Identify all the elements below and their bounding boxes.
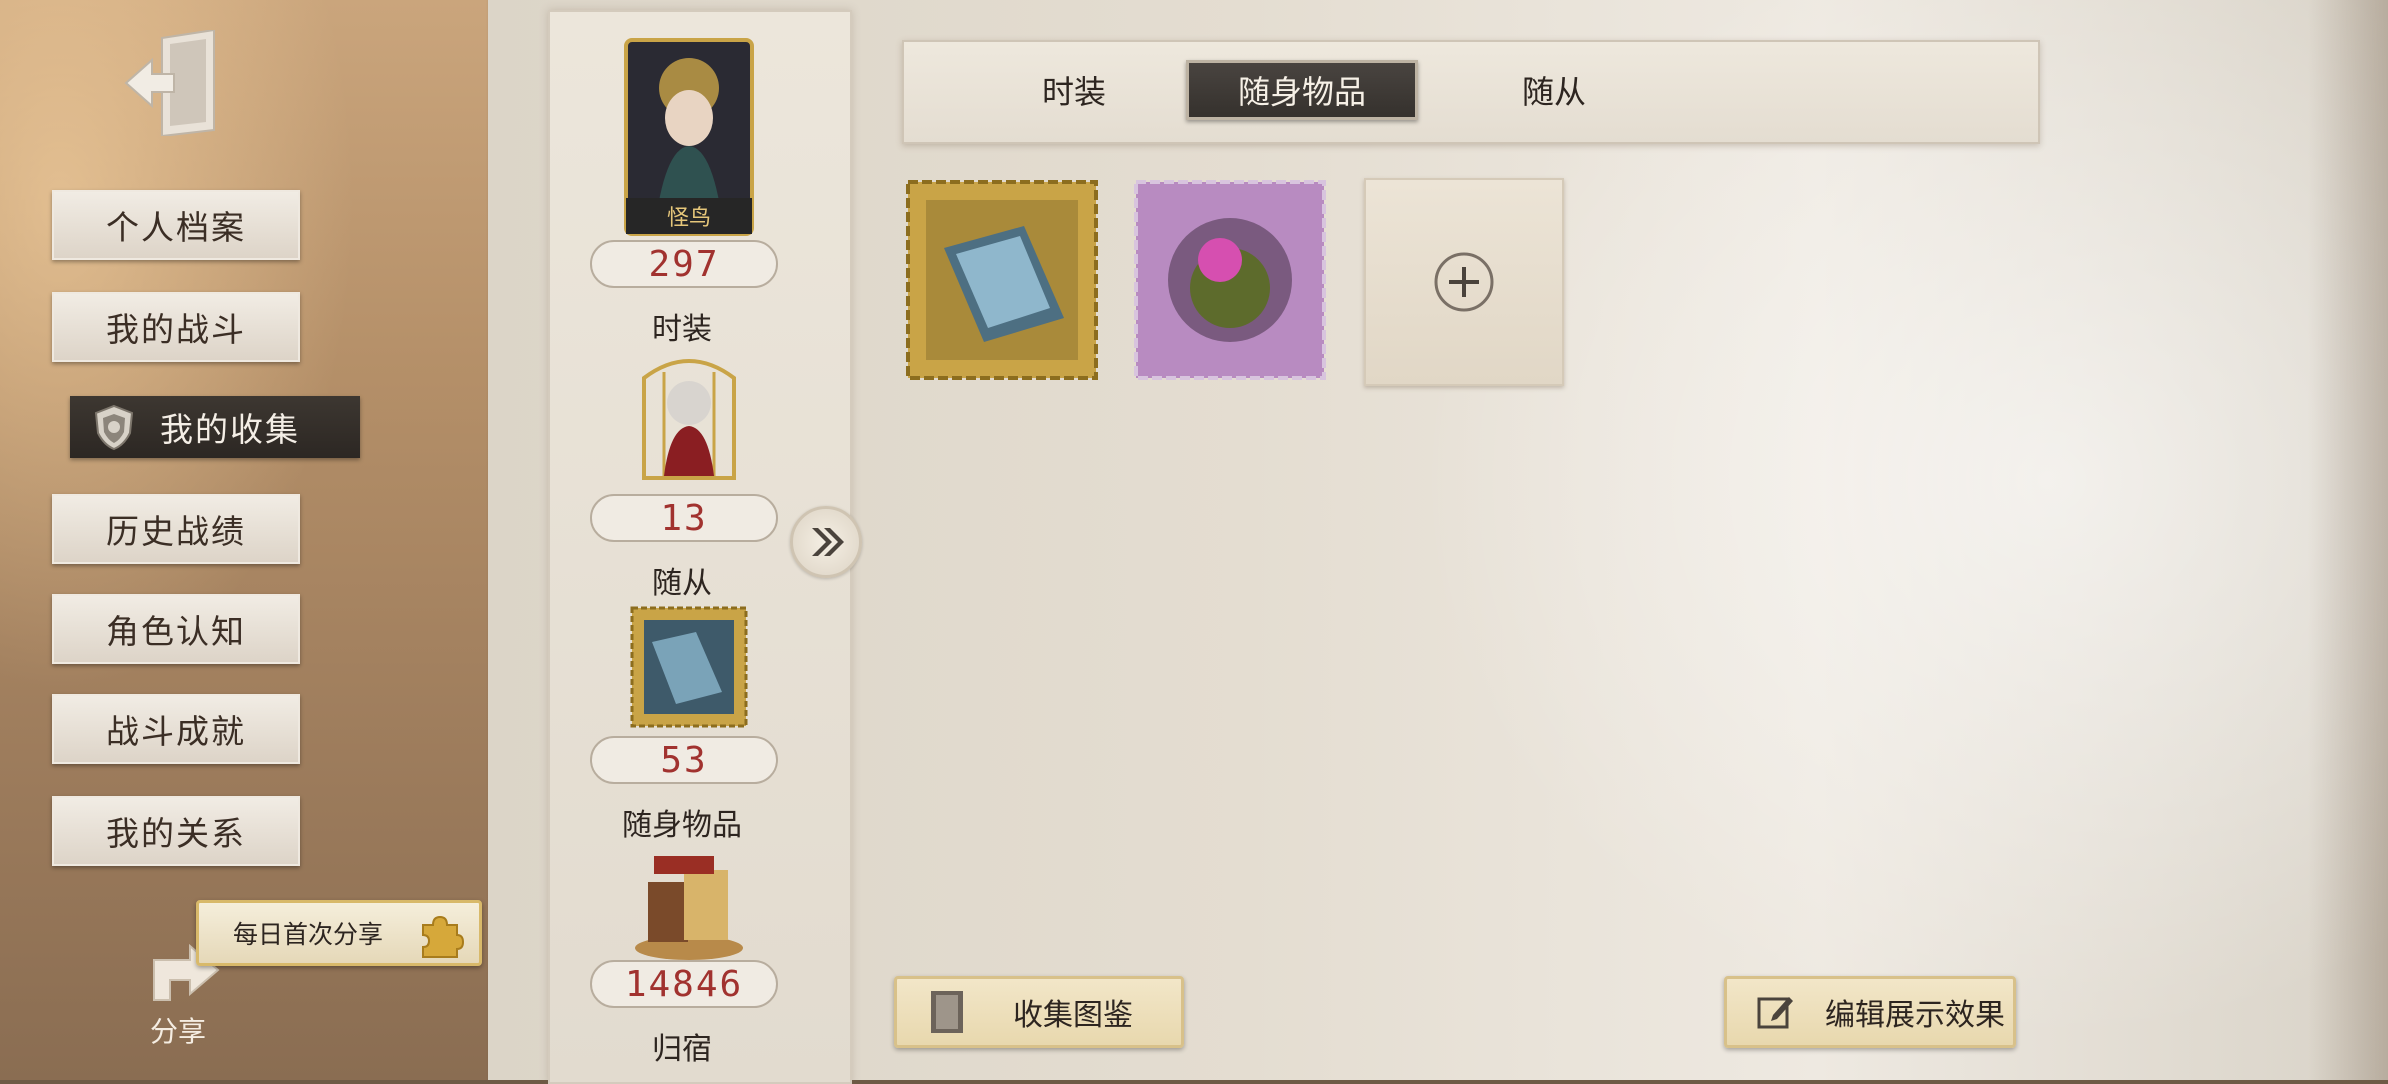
home-count: 14846	[590, 960, 778, 1008]
exit-door-icon	[124, 30, 215, 136]
plus-icon	[1434, 252, 1494, 312]
follower-image[interactable]	[624, 348, 754, 488]
accessory-stamp-image[interactable]	[624, 602, 754, 732]
costume-label: 时装	[652, 312, 712, 347]
home-image[interactable]	[624, 852, 754, 964]
double-chevron-right-icon	[812, 528, 844, 556]
portrait-caption: 怪鸟	[666, 206, 711, 231]
follower-label: 随从	[652, 566, 712, 601]
daily-share-text: 每日首次分享	[233, 920, 384, 949]
puzzle-piece-icon	[415, 911, 465, 967]
nav-item-label: 战斗成就	[106, 712, 246, 751]
nav-item-label: 个人档案	[106, 208, 246, 247]
nav-item-history-record[interactable]: 历史战绩	[52, 494, 300, 564]
collection-guide-button[interactable]: 收集图鉴	[894, 976, 1184, 1048]
tab-accessories[interactable]: 随身物品	[1186, 60, 1418, 120]
nav-item-my-relations[interactable]: 我的关系	[52, 796, 300, 866]
nav-item-label: 历史战绩	[106, 512, 246, 551]
home-label: 归宿	[652, 1032, 712, 1067]
nav-item-label: 我的关系	[106, 814, 246, 853]
tab-costume[interactable]: 时装	[984, 60, 1164, 120]
exit-button[interactable]	[120, 28, 220, 138]
share-label: 分享	[150, 1015, 207, 1048]
nav-item-label: 我的收集	[160, 410, 300, 449]
costume-portrait[interactable]: 怪鸟	[624, 38, 754, 236]
nav-item-label: 我的战斗	[106, 310, 246, 349]
empty-add-slot[interactable]	[1364, 178, 1564, 386]
nav-item-label: 角色认知	[106, 612, 246, 651]
collection-tab-bar: 时装 随身物品 随从	[902, 40, 2040, 144]
book-icon	[927, 989, 967, 1035]
edit-display-label: 编辑展示效果	[1825, 998, 2005, 1033]
shield-icon	[90, 403, 138, 451]
edit-display-button[interactable]: 编辑展示效果	[1724, 976, 2016, 1048]
edit-pencil-icon	[1757, 993, 1795, 1031]
nav-item-battle-achievements[interactable]: 战斗成就	[52, 694, 300, 764]
expand-panel-button[interactable]	[790, 506, 862, 578]
accessory-count: 53	[590, 736, 778, 784]
purple-stamp-flower-item[interactable]	[1132, 178, 1328, 382]
golden-stamp-book-item[interactable]	[904, 178, 1100, 382]
nav-item-profile[interactable]: 个人档案	[52, 190, 300, 260]
daily-share-toast[interactable]: 每日首次分享	[196, 900, 482, 966]
nav-item-my-battles[interactable]: 我的战斗	[52, 292, 300, 362]
accessory-label: 随身物品	[622, 808, 742, 843]
tab-followers[interactable]: 随从	[1464, 60, 1644, 120]
nav-item-my-collection[interactable]: 我的收集	[70, 396, 360, 458]
nav-item-character-cognition[interactable]: 角色认知	[52, 594, 300, 664]
costume-count: 297	[590, 240, 778, 288]
left-navigation: 个人档案 我的战斗 我的收集 历史战绩 角色认知 战斗成就 我的关系 分享 每日…	[0, 0, 500, 1080]
follower-count: 13	[590, 494, 778, 542]
collection-guide-label: 收集图鉴	[1013, 998, 1133, 1033]
